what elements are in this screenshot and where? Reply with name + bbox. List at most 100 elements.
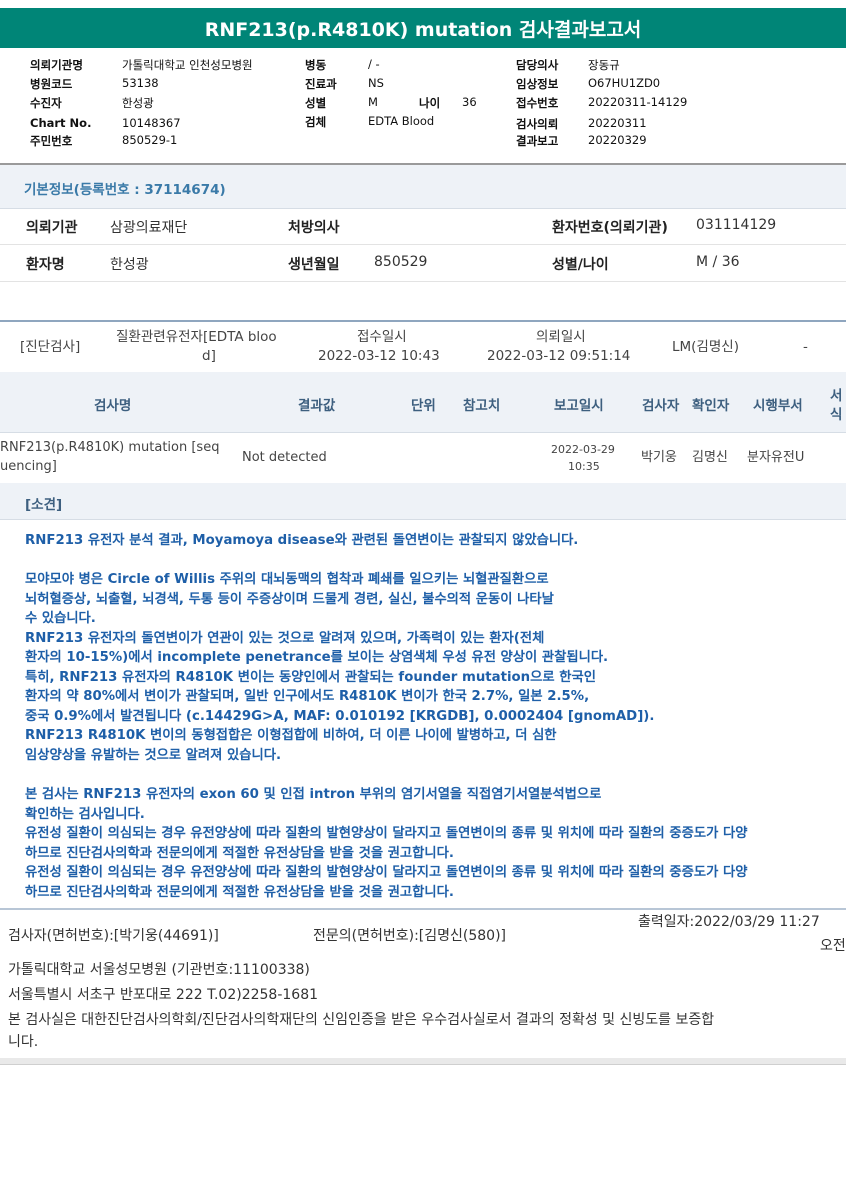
col-tester: 검사자 bbox=[642, 398, 680, 414]
patient-label: 수진자 bbox=[30, 96, 62, 110]
col-form-2: 식 bbox=[830, 407, 843, 423]
basic-info-divider bbox=[0, 208, 846, 209]
findings-title: [소견] bbox=[25, 497, 63, 513]
col-confirmer: 확인자 bbox=[692, 398, 730, 414]
footer-divider bbox=[0, 908, 846, 910]
physician-value: 장동규 bbox=[588, 58, 620, 72]
findings-header-band bbox=[0, 483, 846, 519]
findings-line: 확인하는 검사입니다. bbox=[25, 806, 145, 822]
footer-tester: 검사자(면허번호):[박기웅(44691)] bbox=[8, 928, 219, 944]
patient-name-label: 환자명 bbox=[26, 257, 65, 273]
findings-line: 유전성 질환이 의심되는 경우 유전양상에 따라 질환의 발현양상이 달라지고 … bbox=[25, 865, 748, 881]
sex-age-value: M / 36 bbox=[696, 254, 740, 270]
clinical-info-label: 임상정보 bbox=[516, 77, 559, 91]
findings-line: RNF213 R4810K 변이의 동형접합은 이형접합에 비하여, 더 이른 … bbox=[25, 728, 557, 744]
col-result-value: 결과값 bbox=[298, 398, 336, 414]
clinical-info-value: O67HU1ZD0 bbox=[588, 76, 661, 90]
col-department: 시행부서 bbox=[753, 398, 803, 414]
findings-line: 수 있습니다. bbox=[25, 611, 96, 627]
footer-certification-line2: 니다. bbox=[8, 1034, 39, 1050]
patient-no-value: 031114129 bbox=[696, 217, 777, 233]
result-confirmer: 김명신 bbox=[692, 450, 728, 465]
footer-certification-line1: 본 검사실은 대한진단검사의학회/진단검사의학재단의 신임인증을 받은 우수검사… bbox=[8, 1012, 715, 1028]
findings-line: 뇌허혈증상, 뇌출혈, 뇌경색, 두통 등이 주증상이며 드물게 경련, 실신,… bbox=[25, 591, 554, 607]
birthdate-value: 850529 bbox=[374, 254, 428, 270]
findings-line: 하므로 진단검사의학과 전문의에게 적절한 유전상담을 받을 것을 권고합니다. bbox=[25, 884, 454, 900]
hospital-code-label: 병원코드 bbox=[30, 77, 73, 91]
diag-specimen-line1: 질환관련유전자[EDTA bloo bbox=[116, 329, 277, 345]
physician-label: 담당의사 bbox=[516, 58, 559, 72]
basic-info-bottom-divider bbox=[0, 281, 846, 282]
findings-line: 중국 0.9%에서 발견됩니다 (c.14429G>A, MAF: 0.0101… bbox=[25, 708, 655, 724]
result-value: Not detected bbox=[242, 450, 327, 465]
sex-age-label: 성별/나이 bbox=[552, 257, 609, 273]
chart-no-value: 10148367 bbox=[122, 116, 181, 130]
chart-no-label: Chart No. bbox=[30, 116, 92, 130]
request-date-label: 검사의뢰 bbox=[516, 117, 559, 131]
patient-no-label: 환자번호(의뢰기관) bbox=[552, 220, 668, 236]
footer-hospital: 가톨릭대학교 서울성모병원 (기관번호:11100338) bbox=[8, 962, 310, 978]
basic-info-row-divider bbox=[0, 244, 846, 245]
diag-dash: - bbox=[803, 339, 808, 355]
age-label: 나이 bbox=[419, 96, 441, 110]
received-label: 접수일시 bbox=[357, 329, 407, 345]
sex-value: M bbox=[368, 95, 378, 109]
org-value: 삼광의료재단 bbox=[110, 220, 188, 236]
specimen-value: EDTA Blood bbox=[368, 114, 435, 128]
diag-specimen-line2: d] bbox=[202, 348, 216, 364]
department-label: 진료과 bbox=[305, 77, 337, 91]
department-value: NS bbox=[368, 76, 384, 90]
requesting-org-value: 가톨릭대학교 인천성모병원 bbox=[122, 58, 253, 72]
resident-no-label: 주민번호 bbox=[30, 134, 73, 148]
accession-no-label: 접수번호 bbox=[516, 96, 559, 110]
result-tester: 박기웅 bbox=[641, 450, 677, 465]
report-title-bar: RNF213(p.R4810K) mutation 검사결과보고서 bbox=[0, 8, 846, 48]
findings-line: 환자의 약 80%에서 변이가 관찰되며, 일반 인구에서도 R4810K 변이… bbox=[25, 689, 590, 705]
diag-category: [진단검사] bbox=[20, 339, 81, 355]
findings-line: 환자의 10-15%)에서 incomplete penetrance를 보이는… bbox=[25, 650, 609, 666]
age-value: 36 bbox=[462, 95, 477, 109]
ward-value: / - bbox=[368, 57, 380, 71]
col-test-name: 검사명 bbox=[94, 398, 132, 414]
prescriber-label: 처방의사 bbox=[288, 220, 340, 236]
col-report-date: 보고일시 bbox=[554, 398, 604, 414]
results-header-divider bbox=[0, 432, 846, 433]
footer-printed-date: 출력일자:2022/03/29 11:27 bbox=[638, 914, 820, 930]
footer-specialist: 전문의(면허번호):[김명신(580)] bbox=[313, 928, 507, 944]
footer-ampm: 오전 bbox=[820, 938, 846, 954]
result-test-name-line1: RNF213(p.R4810K) mutation [seq bbox=[0, 440, 220, 455]
result-report-time: 10:35 bbox=[568, 460, 600, 473]
findings-line: 하므로 진단검사의학과 전문의에게 적절한 유전상담을 받을 것을 권고합니다. bbox=[25, 845, 454, 861]
basic-info-title: 기본정보(등록번호 : 37114674) bbox=[24, 182, 226, 198]
lm-doctor: LM(김명신) bbox=[672, 339, 739, 355]
requested-value: 2022-03-12 09:51:14 bbox=[487, 348, 631, 364]
col-form-1: 서 bbox=[830, 388, 843, 404]
footer-address: 서울특별시 서초구 반포대로 222 T.02)2258-1681 bbox=[8, 987, 319, 1003]
findings-line: 특히, RNF213 유전자의 R4810K 변이는 동양인에서 관찰되는 fo… bbox=[25, 669, 596, 685]
requesting-org-label: 의뢰기관명 bbox=[30, 58, 83, 72]
col-unit: 단위 bbox=[411, 398, 436, 414]
findings-line: RNF213 유전자의 돌연변이가 연관이 있는 것으로 알려져 있으며, 가족… bbox=[25, 630, 545, 646]
findings-line: 본 검사는 RNF213 유전자의 exon 60 및 인접 intron 부위… bbox=[25, 787, 602, 803]
patient-name-value: 한성광 bbox=[110, 257, 149, 273]
report-date-value: 20220329 bbox=[588, 133, 647, 147]
findings-body: RNF213 유전자 분석 결과, Moyamoya disease와 관련된 … bbox=[25, 531, 845, 902]
patient-value: 한성광 bbox=[122, 96, 154, 110]
report-title: RNF213(p.R4810K) mutation 검사결과보고서 bbox=[204, 18, 642, 41]
requested-label: 의뢰일시 bbox=[536, 329, 586, 345]
resident-no-value: 850529-1 bbox=[122, 133, 178, 147]
birthdate-label: 생년월일 bbox=[288, 257, 340, 273]
col-reference: 참고치 bbox=[463, 398, 501, 414]
sex-label: 성별 bbox=[305, 96, 327, 110]
hospital-code-value: 53138 bbox=[122, 76, 159, 90]
findings-line: RNF213 유전자 분석 결과, Moyamoya disease와 관련된 … bbox=[25, 533, 579, 548]
received-value: 2022-03-12 10:43 bbox=[318, 348, 440, 364]
findings-divider bbox=[0, 519, 846, 520]
ward-label: 병동 bbox=[305, 58, 327, 72]
bottom-bar bbox=[0, 1058, 846, 1065]
report-date-label: 결과보고 bbox=[516, 134, 559, 148]
specimen-label: 검체 bbox=[305, 115, 327, 129]
org-label: 의뢰기관 bbox=[26, 220, 78, 236]
accession-no-value: 20220311-14129 bbox=[588, 95, 688, 109]
findings-line bbox=[25, 766, 845, 786]
